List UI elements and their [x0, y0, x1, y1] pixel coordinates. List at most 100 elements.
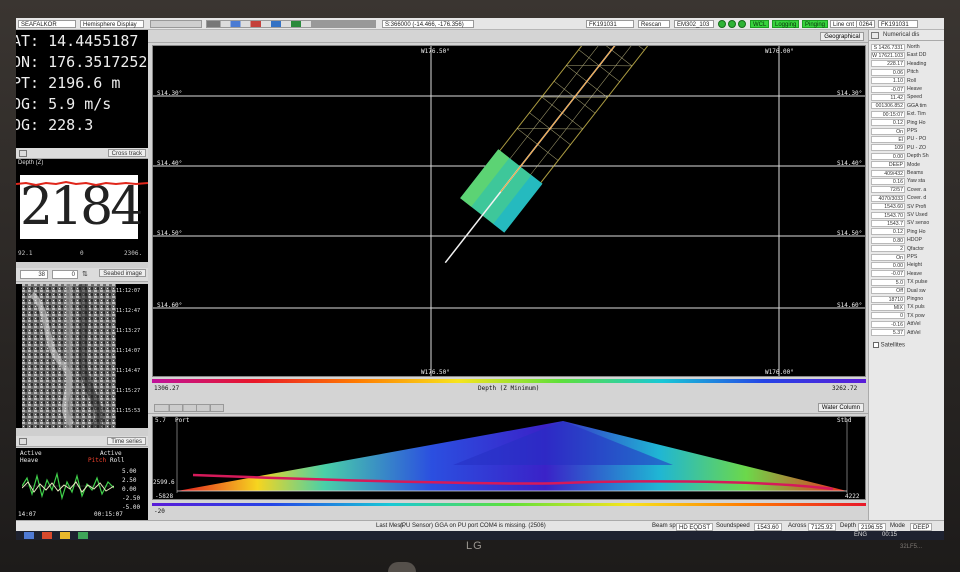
wc-right-across: 4222 — [845, 493, 860, 500]
wc-port-label: Port — [175, 417, 190, 424]
numerical-label: PPS — [907, 128, 918, 134]
lon-label-top-right: W176.00° — [765, 48, 794, 55]
lat-label: S14.40° — [837, 160, 863, 167]
water-column-canvas[interactable]: Port Stbd 5.7 2599.6 -5828 4222 — [152, 416, 866, 500]
numerical-label: Heave — [907, 86, 922, 92]
seabed-spin-a[interactable]: 38 — [20, 270, 48, 279]
numerical-value: 0.80 — [871, 236, 905, 244]
taskbar-app-icon[interactable] — [42, 532, 52, 539]
numerical-label: Cover. d — [907, 195, 927, 202]
status-led-2-icon — [728, 20, 736, 28]
numerical-row: DEEP Mode — [871, 161, 943, 169]
wcl-status-chip[interactable]: WCL — [750, 20, 770, 28]
numerical-value: 5.0 — [871, 278, 905, 286]
numerical-value: 5.37 — [871, 329, 905, 337]
lat-label: S14.50° — [157, 230, 183, 237]
numerical-value: El — [871, 135, 905, 143]
numerical-row: 0 TX pow — [871, 312, 943, 320]
water-column-select[interactable]: Water Column — [817, 403, 864, 412]
numerical-value: 0 — [871, 312, 905, 320]
seabed-time-tick: 11:13:27 — [116, 328, 141, 334]
water-column-header: Water Column — [148, 402, 868, 414]
numerical-row: 11.42 Speed — [871, 93, 943, 101]
ts-time-end: 00:15:07 — [94, 511, 123, 518]
display-mode-select[interactable]: Hemisphere Display — [80, 20, 144, 28]
lon-label-bottom-left: W176.50° — [421, 369, 450, 376]
cross-track-header: Cross track — [16, 148, 148, 159]
satellites-checkbox[interactable]: Satellites — [873, 342, 905, 349]
cross-track-select[interactable]: Cross track — [107, 149, 146, 157]
panel-tool-icon[interactable] — [19, 150, 27, 157]
numerical-row: 0.16 Yaw sta — [871, 177, 943, 185]
taskbar-app-icon[interactable] — [78, 532, 88, 539]
swath-coverage — [444, 46, 699, 264]
map-canvas[interactable]: W176.50° W176.00° W176.50° W176.00° S14.… — [152, 45, 866, 377]
monitor-brand-logo: LG — [466, 540, 483, 552]
os-taskbar: ENG 00:15 — [16, 531, 944, 540]
depth-colorbar-max: 3262.72 — [832, 385, 858, 392]
panel-tool-icon[interactable] — [19, 438, 27, 445]
numerical-row: -0.07 Heave — [871, 270, 943, 278]
ts-y-tick: -2.50 — [122, 495, 141, 502]
numerical-value: Off — [871, 287, 905, 295]
time-series-header: Time series — [16, 436, 148, 447]
survey-line-select[interactable]: FK191031 — [586, 20, 634, 28]
taskbar-app-icon[interactable] — [60, 532, 70, 539]
system-clock[interactable]: 00:15 — [882, 532, 897, 538]
monitor-stand — [388, 562, 416, 572]
app-menu-select[interactable]: SEAFALKOR — [18, 20, 76, 28]
numerical-value: 409/432 — [871, 169, 905, 177]
ts-y-tick: 0.00 — [122, 486, 137, 493]
input-language-indicator[interactable]: ENG — [854, 532, 867, 538]
geographical-view-select[interactable]: Geographical — [820, 32, 864, 41]
seabed-time-tick: 11:15:53 — [116, 408, 141, 414]
numerical-label: East DD — [907, 52, 927, 59]
numerical-display-select[interactable]: Numerical dis — [883, 32, 919, 38]
numerical-value: 0.00 — [871, 152, 905, 160]
lat-label: S14.50° — [837, 230, 863, 237]
pinging-status-chip[interactable]: Pinging — [802, 20, 829, 28]
numerical-row: 72/57 Cover. a — [871, 186, 943, 194]
numerical-row: 0.00 Depth Sh — [871, 152, 943, 160]
numerical-row: 0.00 Height — [871, 261, 943, 269]
seabed-time-tick: 11:12:47 — [116, 308, 141, 314]
logging-status-chip[interactable]: Logging — [772, 20, 800, 28]
ts-label-heave: Heave — [20, 457, 39, 464]
depth-axis-mid: 0 — [80, 250, 84, 257]
wc-top-depth: 5.7 — [155, 417, 166, 424]
numerical-label: Heading — [907, 60, 927, 67]
sonar-model-select[interactable]: EM302_103 — [674, 20, 714, 28]
start-menu-icon[interactable] — [24, 532, 34, 539]
numerical-value: 0.00 — [871, 261, 905, 269]
map-tool-icons[interactable] — [150, 20, 202, 28]
numerical-label: PU - PO — [907, 136, 927, 143]
numerical-label: Beams — [907, 170, 924, 176]
zoom-pan-tool-icons[interactable] — [206, 20, 376, 28]
numerical-row: 0.06 Pitch — [871, 68, 943, 76]
satellites-checkbox-box[interactable] — [873, 342, 879, 348]
beam-spacing-label: Beam sp. — [652, 523, 678, 529]
wc-stbd-label: Stbd — [837, 417, 852, 424]
water-column-fan-svg — [176, 419, 848, 493]
numerical-label: Height — [907, 262, 922, 269]
numerical-label: Depth Sh — [907, 153, 929, 160]
numerical-label: GGA tim — [907, 102, 927, 109]
water-column-view: Water Column Port Stbd 5.7 2599.6 -5828 … — [148, 402, 868, 520]
numerical-row: 1543.70 SV Used — [871, 211, 943, 219]
left-panels: AT: 14.4455187 ON: 176.3517252 PT: 2196.… — [16, 30, 148, 520]
panel-tool-icon[interactable] — [871, 32, 879, 39]
seabed-time-tick: 11:14:47 — [116, 368, 141, 374]
water-column-tool-icons[interactable] — [154, 404, 224, 412]
swap-icon[interactable]: ⇅ — [82, 270, 88, 278]
seabed-spin-b[interactable]: 0 — [52, 270, 78, 279]
numerical-label: North — [907, 44, 920, 50]
status-led-3-icon — [738, 20, 746, 28]
numerical-value: 72/57 — [871, 186, 905, 194]
numerical-value: 1.10 — [871, 77, 905, 85]
seabed-image-select[interactable]: Seabed image — [99, 269, 146, 277]
numerical-value: W 17621.103 — [871, 51, 905, 59]
time-series-select[interactable]: Time series — [107, 437, 146, 445]
seabed-time-tick: 11:12:07 — [116, 288, 141, 294]
rescan-button[interactable]: Rescan — [638, 20, 670, 28]
ts-label-pitch: Pitch — [88, 457, 107, 464]
